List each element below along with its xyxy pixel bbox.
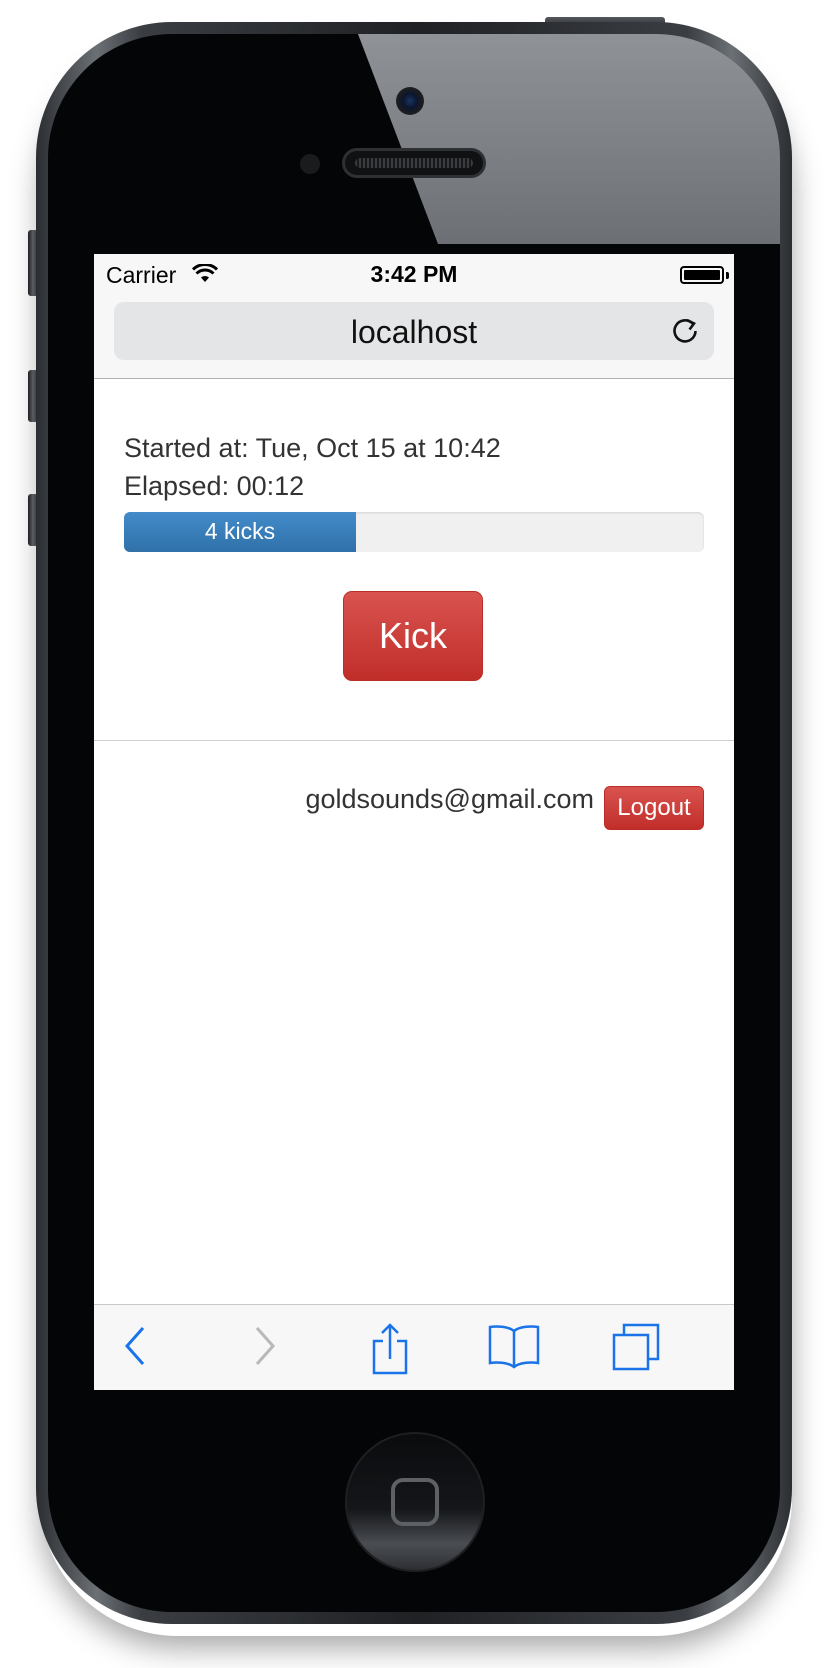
status-bar: Carrier 3:42 PM [94, 254, 734, 294]
proximity-sensor [300, 154, 320, 174]
status-time: 3:42 PM [370, 261, 458, 287]
url-field[interactable]: localhost [114, 302, 714, 360]
kick-progress-bar: 4 kicks [124, 512, 356, 552]
kick-progress: 4 kicks [124, 512, 704, 552]
url-text: localhost [350, 314, 478, 350]
forward-icon[interactable] [250, 1323, 280, 1369]
browser-toolbar [94, 1304, 734, 1390]
reload-icon[interactable] [670, 316, 700, 346]
bookmarks-icon[interactable] [488, 1323, 540, 1369]
stage: Carrier 3:42 PM localhost Started at: Tu… [0, 0, 828, 1668]
earpiece-speaker [342, 148, 486, 178]
battery-level [684, 270, 720, 280]
screen-glare [358, 34, 780, 244]
browser-address-bar: localhost [94, 294, 734, 379]
home-button[interactable] [345, 1432, 485, 1572]
started-at-text: Started at: Tue, Oct 15 at 10:42 [124, 433, 501, 463]
share-icon[interactable] [370, 1323, 410, 1375]
tabs-icon[interactable] [612, 1323, 662, 1373]
user-email: goldsounds@gmail.com [305, 784, 594, 814]
phone-screen: Carrier 3:42 PM localhost Started at: Tu… [94, 254, 734, 1390]
battery-icon [680, 266, 724, 284]
battery-nub [726, 272, 729, 279]
home-square-icon [391, 1478, 439, 1526]
logout-button[interactable]: Logout [604, 786, 704, 830]
camera-icon [396, 87, 424, 115]
content-divider [94, 740, 734, 741]
back-icon[interactable] [120, 1323, 150, 1369]
elapsed-text: Elapsed: 00:12 [124, 471, 305, 501]
kick-button[interactable]: Kick [343, 591, 483, 681]
